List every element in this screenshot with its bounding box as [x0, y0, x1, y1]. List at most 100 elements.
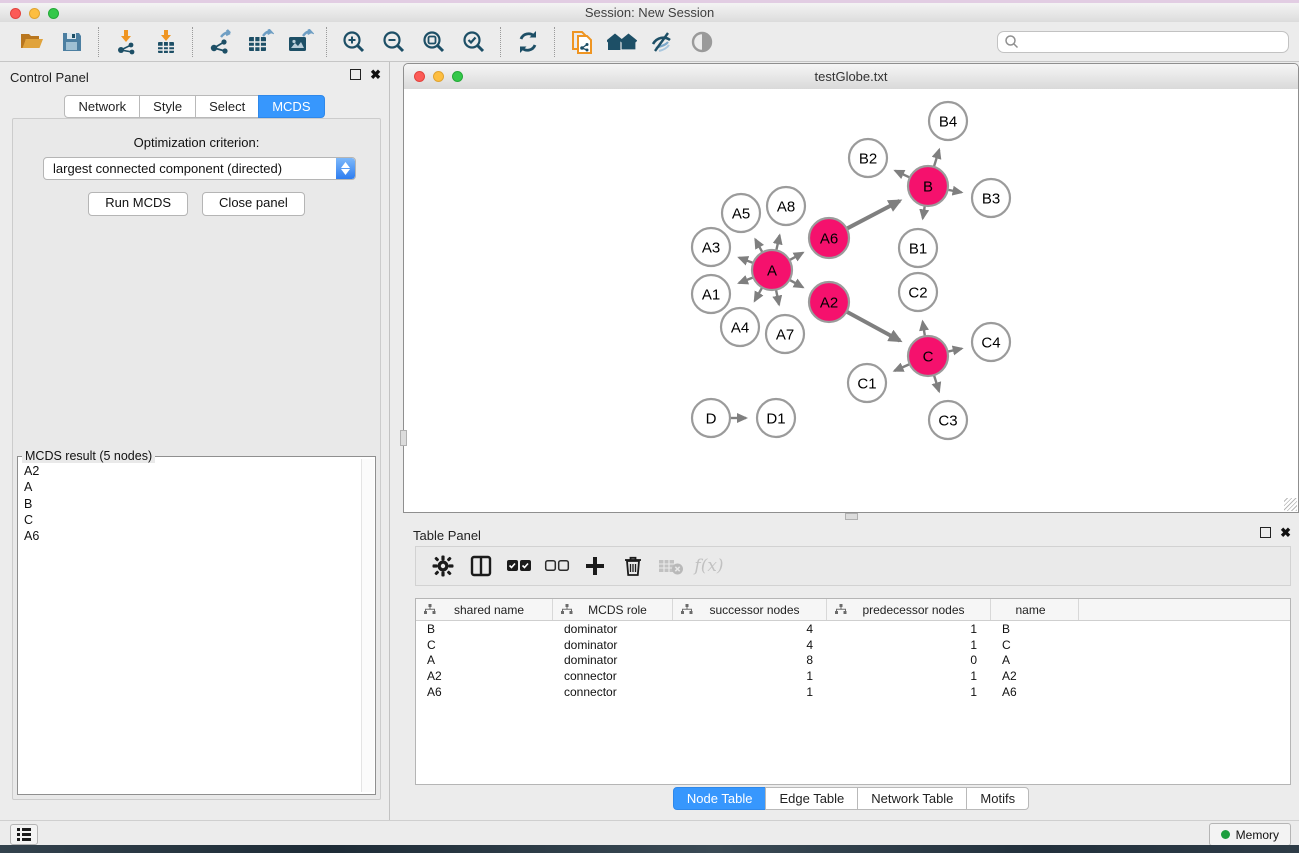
table-cell[interactable]: 1: [827, 685, 991, 699]
column-header-successor-nodes[interactable]: successor nodes: [673, 599, 827, 620]
edge-B-B3[interactable]: [948, 190, 962, 193]
splitter-grip[interactable]: [400, 430, 407, 446]
run-mcds-button[interactable]: Run MCDS: [88, 192, 188, 216]
tab-motifs[interactable]: Motifs: [966, 787, 1029, 810]
close-panel-icon[interactable]: ✖: [370, 69, 381, 80]
result-item[interactable]: A6: [18, 528, 361, 544]
resize-grip-icon[interactable]: [1284, 498, 1297, 511]
edge-C-C2[interactable]: [923, 322, 925, 337]
edge-A2-C[interactable]: [847, 312, 900, 341]
tab-mcds[interactable]: MCDS: [258, 95, 324, 118]
import-network-icon[interactable]: [106, 26, 146, 58]
export-network-icon[interactable]: [200, 26, 240, 58]
table-cell[interactable]: 1: [827, 669, 991, 683]
edge-B-B4[interactable]: [934, 150, 939, 167]
table-cell[interactable]: 1: [827, 638, 991, 652]
result-scrollbar[interactable]: [361, 459, 374, 792]
zoom-out-icon[interactable]: [374, 26, 414, 58]
edge-A-A8[interactable]: [776, 235, 779, 250]
result-item[interactable]: B: [18, 496, 361, 512]
edge-A-A2[interactable]: [789, 280, 802, 288]
table-cell[interactable]: A: [991, 653, 1079, 667]
table-cell[interactable]: dominator: [553, 638, 673, 652]
column-header-MCDS-role[interactable]: MCDS role: [553, 599, 673, 620]
show-columns-icon[interactable]: [464, 551, 498, 581]
criterion-select[interactable]: largest connected component (directed): [43, 157, 356, 180]
zoom-fit-icon[interactable]: [414, 26, 454, 58]
column-header-name[interactable]: name: [991, 599, 1079, 620]
network-canvas[interactable]: B4B2BB3A5A8A6A3B1AA1C2A2A4A7C4CC1C3DD1: [404, 89, 1298, 512]
edge-A-A4[interactable]: [755, 287, 763, 300]
table-cell[interactable]: A6: [416, 685, 553, 699]
hide-graphics-details-icon[interactable]: [642, 26, 682, 58]
table-cell[interactable]: A2: [991, 669, 1079, 683]
table-cell[interactable]: C: [416, 638, 553, 652]
table-row[interactable]: A6connector11A6: [416, 684, 1290, 700]
delete-column-icon[interactable]: [616, 551, 650, 581]
zoom-in-icon[interactable]: [334, 26, 374, 58]
edge-A6-B[interactable]: [847, 201, 900, 229]
tab-node-table[interactable]: Node Table: [673, 787, 767, 810]
table-cell[interactable]: 1: [827, 622, 991, 636]
table-settings-gear-icon[interactable]: [426, 551, 460, 581]
column-header-shared-name[interactable]: shared name: [416, 599, 553, 620]
table-cell[interactable]: A2: [416, 669, 553, 683]
table-row[interactable]: Cdominator41C: [416, 637, 1290, 653]
table-cell[interactable]: 0: [827, 653, 991, 667]
table-cell[interactable]: A: [416, 653, 553, 667]
duplicate-network-icon[interactable]: [562, 26, 602, 58]
tab-select[interactable]: Select: [195, 95, 259, 118]
table-cell[interactable]: 1: [673, 685, 827, 699]
table-cell[interactable]: 4: [673, 638, 827, 652]
table-cell[interactable]: dominator: [553, 653, 673, 667]
close-panel-button[interactable]: Close panel: [202, 192, 305, 216]
table-cell[interactable]: B: [991, 622, 1079, 636]
result-item[interactable]: A2: [18, 463, 361, 479]
memory-button[interactable]: Memory: [1209, 823, 1291, 846]
result-item[interactable]: A: [18, 479, 361, 495]
save-session-icon[interactable]: [52, 26, 92, 58]
edge-C-C4[interactable]: [948, 349, 962, 352]
refresh-layout-icon[interactable]: [508, 26, 548, 58]
result-item[interactable]: C: [18, 512, 361, 528]
table-row[interactable]: Adominator80A: [416, 653, 1290, 669]
edge-A-A6[interactable]: [789, 253, 802, 261]
float-panel-icon[interactable]: [350, 69, 361, 80]
table-cell[interactable]: connector: [553, 669, 673, 683]
table-cell[interactable]: C: [991, 638, 1079, 652]
table-cell[interactable]: A6: [991, 685, 1079, 699]
tab-network[interactable]: Network: [64, 95, 140, 118]
edge-A-A7[interactable]: [776, 290, 779, 305]
splitter-grip[interactable]: [845, 513, 858, 520]
tab-network-table[interactable]: Network Table: [857, 787, 967, 810]
open-file-icon[interactable]: [12, 26, 52, 58]
tab-style[interactable]: Style: [139, 95, 196, 118]
edge-A-A1[interactable]: [739, 277, 753, 283]
edge-C-C3[interactable]: [934, 375, 939, 391]
table-cell[interactable]: B: [416, 622, 553, 636]
edge-A-A5[interactable]: [755, 239, 762, 252]
close-panel-icon[interactable]: ✖: [1280, 527, 1291, 538]
zoom-selected-icon[interactable]: [454, 26, 494, 58]
edge-C-C1[interactable]: [894, 364, 909, 371]
create-column-icon[interactable]: [578, 551, 612, 581]
table-cell[interactable]: dominator: [553, 622, 673, 636]
table-cell[interactable]: 4: [673, 622, 827, 636]
column-header-predecessor-nodes[interactable]: predecessor nodes: [827, 599, 991, 620]
table-cell[interactable]: 1: [673, 669, 827, 683]
float-panel-icon[interactable]: [1260, 527, 1271, 538]
edge-B-B1[interactable]: [923, 206, 925, 219]
table-cell[interactable]: connector: [553, 685, 673, 699]
edge-A-A3[interactable]: [739, 258, 753, 263]
export-image-icon[interactable]: [280, 26, 320, 58]
task-history-button[interactable]: [10, 824, 38, 845]
select-all-rows-icon[interactable]: [502, 551, 536, 581]
home-layout-icon[interactable]: [602, 26, 642, 58]
table-cell[interactable]: 8: [673, 653, 827, 667]
import-table-icon[interactable]: [146, 26, 186, 58]
edge-B-B2[interactable]: [895, 171, 910, 178]
tab-edge-table[interactable]: Edge Table: [765, 787, 858, 810]
table-row[interactable]: Bdominator41B: [416, 621, 1290, 637]
table-row[interactable]: A2connector11A2: [416, 668, 1290, 684]
search-input[interactable]: [1020, 32, 1288, 52]
